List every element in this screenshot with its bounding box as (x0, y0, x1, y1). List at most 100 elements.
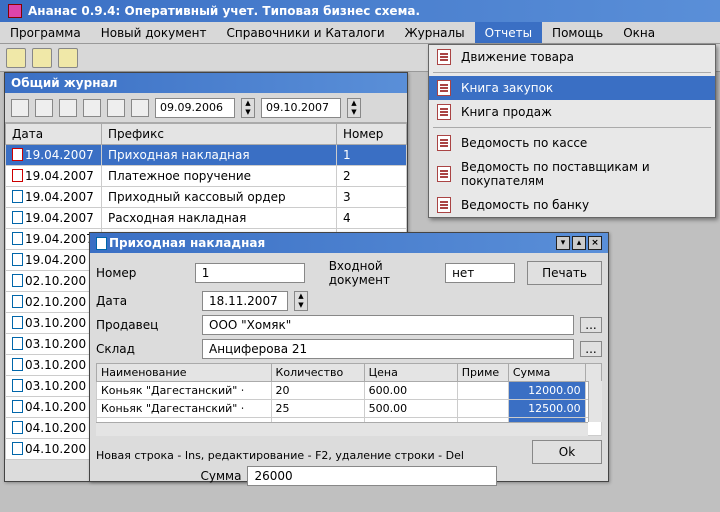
cell: 2 (337, 166, 407, 187)
grid-scroll-v[interactable] (588, 381, 602, 422)
dropdown-item[interactable]: Ведомость по банку (429, 193, 715, 217)
indoc-field[interactable] (445, 263, 515, 283)
cell: Коньяк "Дагестанский" ⋅ (97, 382, 272, 400)
toolbar-btn-3[interactable] (58, 48, 78, 68)
table-row[interactable]: Коньяк "Дагестанский" ⋅25500.0012500.00 (97, 400, 602, 418)
doc-icon (12, 232, 23, 245)
cell: 19.04.2007 (6, 187, 102, 208)
grid-col[interactable]: Цена (364, 364, 457, 382)
journal-delete-icon[interactable] (83, 99, 101, 117)
cell: 03.10.200 (6, 355, 102, 376)
app-icon (8, 4, 22, 18)
menu-Программа[interactable]: Программа (0, 22, 91, 43)
table-row[interactable]: 19.04.2007Приходная накладная1 (6, 145, 407, 166)
doc-icon (12, 211, 23, 224)
dropdown-item-label: Ведомость по банку (461, 198, 589, 212)
table-row[interactable]: 19.04.2007Расходная накладная4 (6, 208, 407, 229)
cell: Приходный кассовый ордер (102, 187, 337, 208)
warehouse-field[interactable] (202, 339, 574, 359)
label-date: Дата (96, 294, 196, 308)
grid-col[interactable]: Приме (457, 364, 508, 382)
date-spin[interactable]: ▲▼ (294, 291, 308, 311)
doc-icon (12, 358, 23, 371)
label-sum: Сумма (201, 469, 242, 483)
warehouse-lookup-button[interactable]: ... (580, 341, 602, 357)
dropdown-item[interactable]: Движение товара (429, 45, 715, 69)
grid-col[interactable]: Количество (271, 364, 364, 382)
document-titlebar[interactable]: Приходная накладная ▾ ▴ × (90, 233, 608, 253)
date-from-spin[interactable]: ▲▼ (241, 98, 255, 118)
dropdown-item[interactable]: Ведомость по кассе (429, 131, 715, 155)
cell: 3 (337, 187, 407, 208)
close-icon[interactable]: × (588, 236, 602, 250)
doc-icon (12, 274, 23, 287)
maximize-icon[interactable]: ▴ (572, 236, 586, 250)
menu-Справочники и Каталоги[interactable]: Справочники и Каталоги (217, 22, 395, 43)
cell: Приходная накладная (102, 145, 337, 166)
table-row[interactable]: 19.04.2007Приходный кассовый ордер3 (6, 187, 407, 208)
menu-Окна[interactable]: Окна (613, 22, 665, 43)
date-to-spin[interactable]: ▲▼ (347, 98, 361, 118)
cell: 600.00 (364, 382, 457, 400)
report-icon (437, 49, 451, 65)
journal-titlebar[interactable]: Общий журнал (5, 73, 407, 93)
dropdown-item-label: Движение товара (461, 50, 574, 64)
hint-text: Новая строка - Ins, редактирование - F2,… (96, 449, 464, 462)
dropdown-item-label: Ведомость по поставщикам и покупателям (461, 160, 703, 188)
seller-field[interactable] (202, 315, 574, 335)
cell (457, 382, 508, 400)
journal-print-icon[interactable] (131, 99, 149, 117)
date-field[interactable] (202, 291, 288, 311)
cell: 25 (271, 400, 364, 418)
dropdown-item[interactable]: Ведомость по поставщикам и покупателям (429, 155, 715, 193)
grid-scroll-h[interactable] (96, 422, 588, 436)
journal-refresh-icon[interactable] (107, 99, 125, 117)
journal-col[interactable]: Префикс (102, 124, 337, 145)
toolbar-btn-1[interactable] (6, 48, 26, 68)
date-to-input[interactable] (261, 98, 341, 118)
reports-dropdown: Движение товара Книга закупок Книга продаж… (428, 44, 716, 218)
seller-lookup-button[interactable]: ... (580, 317, 602, 333)
number-field[interactable] (195, 263, 305, 283)
menu-Отчеты[interactable]: Отчеты (475, 22, 542, 43)
app-title: Ананас 0.9.4: Оперативный учет. Типовая … (28, 4, 420, 18)
doc-icon (12, 148, 23, 161)
report-icon (437, 166, 451, 182)
minimize-icon[interactable]: ▾ (556, 236, 570, 250)
print-button[interactable]: Печать (527, 261, 602, 285)
label-number: Номер (96, 266, 189, 280)
doc-icon (12, 337, 23, 350)
cell: 04.10.200 (6, 418, 102, 439)
grid-col[interactable]: Наименование (97, 364, 272, 382)
cell: Расходная накладная (102, 208, 337, 229)
dropdown-item-label: Книга продаж (461, 105, 552, 119)
menu-Журналы[interactable]: Журналы (395, 22, 475, 43)
grid-col[interactable]: Сумма (508, 364, 585, 382)
journal-new-icon[interactable] (11, 99, 29, 117)
cell: 04.10.200 (6, 439, 102, 460)
ok-button[interactable]: Ok (532, 440, 602, 464)
cell: 03.10.200 (6, 376, 102, 397)
document-icon (96, 237, 107, 250)
menu-Помощь[interactable]: Помощь (542, 22, 613, 43)
date-from-input[interactable] (155, 98, 235, 118)
dropdown-item[interactable]: Книга закупок (429, 76, 715, 100)
cell: 03.10.200 (6, 334, 102, 355)
journal-view-icon[interactable] (59, 99, 77, 117)
cell: 12000.00 (508, 382, 585, 400)
journal-toolbar: ▲▼ ▲▼ (5, 93, 407, 123)
doc-icon (12, 442, 23, 455)
journal-col[interactable]: Дата (6, 124, 102, 145)
journal-edit-icon[interactable] (35, 99, 53, 117)
table-row[interactable]: Коньяк "Дагестанский" ⋅20600.0012000.00 (97, 382, 602, 400)
sum-field[interactable] (247, 466, 497, 486)
dropdown-item-label: Ведомость по кассе (461, 136, 587, 150)
menu-Новый документ[interactable]: Новый документ (91, 22, 217, 43)
report-icon (437, 80, 451, 96)
cell: 500.00 (364, 400, 457, 418)
journal-col[interactable]: Номер (337, 124, 407, 145)
dropdown-item[interactable]: Книга продаж (429, 100, 715, 124)
toolbar-btn-2[interactable] (32, 48, 52, 68)
table-row[interactable]: 19.04.2007Платежное поручение2 (6, 166, 407, 187)
doc-icon (12, 421, 23, 434)
